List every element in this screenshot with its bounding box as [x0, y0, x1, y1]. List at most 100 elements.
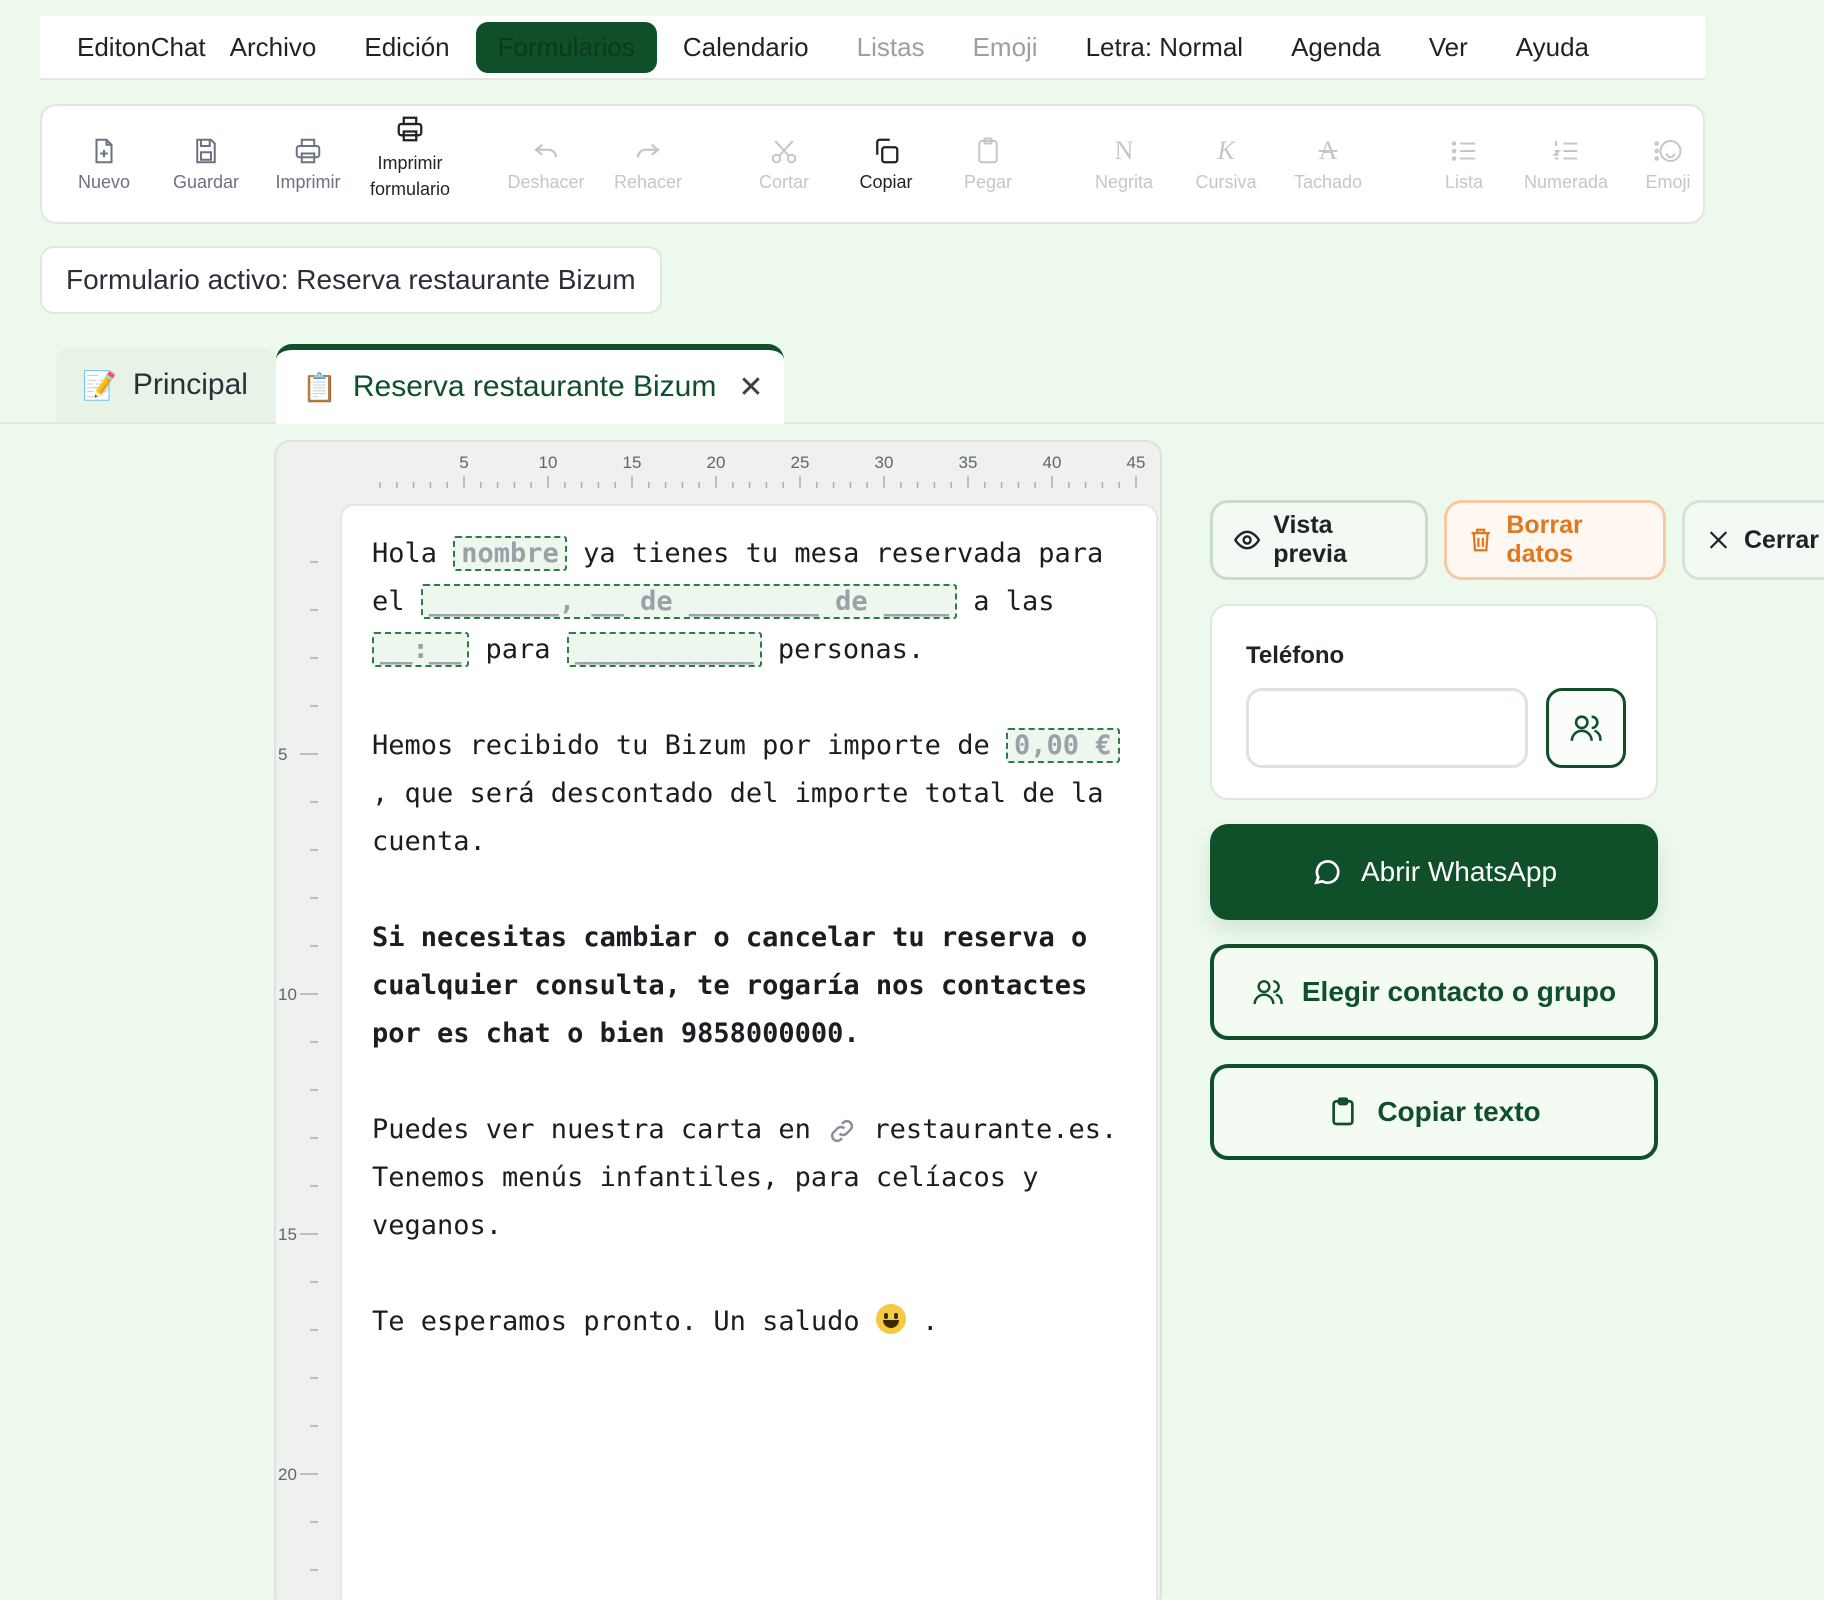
strikethrough-label: Tachado	[1293, 171, 1363, 192]
users-icon	[1570, 715, 1602, 742]
redo-icon	[636, 143, 660, 157]
open-whatsapp-label: Abrir WhatsApp	[1360, 856, 1558, 887]
clipboard-icon	[978, 137, 998, 163]
menu-edicion[interactable]: Edición	[364, 32, 449, 63]
tabs-divider	[0, 422, 1824, 424]
print-icon	[295, 138, 321, 163]
bold-icon: N	[1114, 135, 1134, 165]
menu-formularios[interactable]: Formularios	[475, 21, 657, 73]
print-form-icon	[397, 116, 423, 142]
active-form-label: Formulario activo: Reserva restaurante B…	[40, 246, 662, 314]
ruler-label: 35	[959, 453, 978, 472]
bullet-list-icon	[1451, 140, 1476, 161]
field-nombre[interactable]: nombre	[453, 536, 567, 571]
toolbar: Nuevo Guardar Imprimir Imprimir formular…	[40, 104, 1705, 224]
tab-principal[interactable]: 📝 Principal	[56, 348, 276, 422]
ruler-label: 40	[1043, 453, 1062, 472]
paragraph-menu: Puedes ver nuestra carta en restaurante.…	[372, 1114, 1118, 1241]
ruler-label: 15	[623, 453, 642, 472]
users-icon	[1253, 980, 1283, 1005]
italic-icon: K	[1217, 135, 1235, 165]
ruler-label: 25	[791, 453, 810, 472]
paragraph-closing: Te esperamos pronto. Un saludo .	[372, 1304, 939, 1337]
new-button[interactable]: Nuevo	[64, 136, 144, 193]
phone-card: Teléfono	[1210, 604, 1658, 800]
numbered-list-icon	[1552, 140, 1578, 159]
editor-container: 5 10 15 20 25 30 35 40 45 5 10 15 20 Hola nombre ya…	[274, 440, 1162, 1600]
redo-button[interactable]: Rehacer	[608, 136, 688, 193]
horizontal-ruler: 5 10 15 20 25 30 35 40 45	[379, 453, 1145, 488]
undo-icon	[534, 143, 558, 157]
print-form-label-2: formulario	[369, 179, 451, 199]
menu-listas[interactable]: Listas	[857, 32, 925, 63]
close-icon	[1709, 531, 1728, 549]
menu-letra[interactable]: Letra: Normal	[1086, 32, 1244, 63]
print-form-button[interactable]: Imprimir formulario	[370, 114, 450, 202]
tab-reserva-restaurante-bizum[interactable]: 📋 Reserva restaurante Bizum ✕	[276, 344, 784, 424]
paste-label: Pegar	[963, 171, 1013, 192]
ruler-label: 30	[875, 453, 894, 472]
close-tab-icon[interactable]: ✕	[738, 370, 763, 405]
numbered-list-button[interactable]: Numerada	[1524, 136, 1608, 193]
save-button[interactable]: Guardar	[166, 136, 246, 193]
document-page[interactable]: Hola nombre ya tienes tu mesa reservada …	[340, 504, 1158, 1600]
link-icon	[831, 1119, 854, 1142]
print-label: Imprimir	[275, 171, 341, 192]
scissors-icon	[771, 139, 797, 163]
italic-label: Cursiva	[1195, 171, 1257, 192]
emoji-label: Emoji	[1645, 171, 1691, 192]
open-whatsapp-button[interactable]: Abrir WhatsApp	[1210, 824, 1658, 920]
strikethrough-icon: A	[1318, 135, 1338, 165]
cut-button[interactable]: Cortar	[744, 136, 824, 193]
chat-bubble-icon	[1314, 860, 1340, 885]
emoji-button[interactable]: Emoji	[1628, 136, 1708, 193]
ruler-label: 5	[278, 745, 287, 764]
smiley-icon	[875, 1304, 906, 1334]
new-label: Nuevo	[77, 171, 131, 192]
choose-contact-button[interactable]: Elegir contacto o grupo	[1210, 944, 1658, 1040]
eye-icon	[1233, 530, 1261, 550]
print-button[interactable]: Imprimir	[268, 136, 348, 193]
preview-button[interactable]: Vista previa	[1210, 500, 1428, 580]
save-icon	[196, 138, 216, 163]
field-amount[interactable]: 0,00 €	[1005, 728, 1120, 763]
paste-button[interactable]: Pegar	[948, 136, 1028, 193]
copy-text-label: Copiar texto	[1377, 1096, 1541, 1127]
delete-data-button[interactable]: Borrar datos	[1444, 500, 1666, 580]
pick-contact-button[interactable]	[1546, 688, 1626, 768]
ruler-label: 10	[539, 453, 558, 472]
bold-label: Negrita	[1094, 171, 1154, 192]
undo-button[interactable]: Deshacer	[506, 136, 586, 193]
menu-agenda[interactable]: Agenda	[1291, 32, 1381, 63]
ruler-label: 15	[278, 1225, 297, 1244]
field-date[interactable]: ________, __ de ________ de ____	[420, 584, 957, 619]
copy-button[interactable]: Copiar	[846, 136, 926, 193]
ruler-label: 20	[707, 453, 726, 472]
ruler-label: 20	[278, 1465, 297, 1484]
menu-ver[interactable]: Ver	[1429, 32, 1468, 63]
field-people[interactable]: ___________	[566, 632, 762, 667]
delete-data-label: Borrar datos	[1506, 511, 1583, 568]
strikethrough-button[interactable]: A Tachado	[1288, 136, 1368, 193]
close-button[interactable]: Cerrar	[1682, 500, 1824, 580]
tab-label: Reserva restaurante Bizum	[352, 370, 717, 403]
undo-label: Deshacer	[507, 171, 585, 192]
save-label: Guardar	[172, 171, 240, 192]
redo-label: Rehacer	[613, 171, 683, 192]
menu-calendario[interactable]: Calendario	[683, 32, 809, 63]
phone-input[interactable]	[1246, 688, 1528, 768]
copy-text-button[interactable]: Copiar texto	[1210, 1064, 1658, 1160]
italic-button[interactable]: K Cursiva	[1186, 136, 1266, 193]
paragraph-contact: Si necesitas cambiar o cancelar tu reser…	[372, 922, 1088, 1049]
paragraph-bizum: Hemos recibido tu Bizum por importe de 0…	[372, 722, 1126, 866]
ruler-label: 5	[459, 453, 468, 472]
menu-emoji[interactable]: Emoji	[973, 32, 1038, 63]
bullet-list-button[interactable]: Lista	[1424, 136, 1504, 193]
cut-label: Cortar	[758, 171, 809, 192]
field-time[interactable]: __:__	[372, 632, 470, 667]
copy-label: Copiar	[859, 171, 913, 192]
menu-ayuda[interactable]: Ayuda	[1516, 32, 1589, 63]
bold-button[interactable]: N Negrita	[1084, 136, 1164, 193]
menu-archivo[interactable]: Archivo	[230, 32, 317, 63]
close-label: Cerrar	[1743, 525, 1819, 554]
